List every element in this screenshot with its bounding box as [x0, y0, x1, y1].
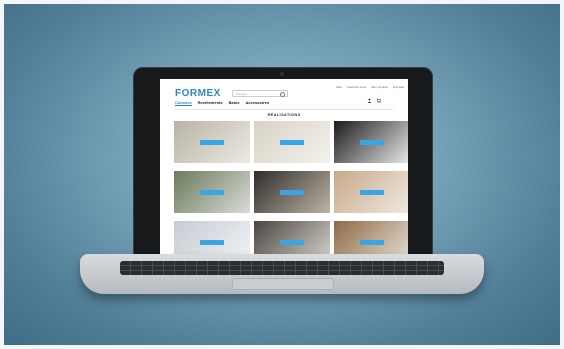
- header-divider: [175, 109, 393, 110]
- laptop-base: [80, 254, 484, 294]
- keyboard: [120, 261, 444, 275]
- kitchen-photo-4[interactable]: [174, 171, 250, 213]
- top-links: Aide Inscrivez-vous Mon compte Français: [336, 85, 404, 89]
- gallery-grid: [174, 121, 408, 256]
- tile-tag: [280, 190, 304, 195]
- top-link-aide[interactable]: Aide: [336, 85, 342, 89]
- kitchen-photo-1[interactable]: [174, 121, 250, 163]
- tile-tag: [280, 140, 304, 145]
- kitchen-photo-8[interactable]: [254, 221, 330, 256]
- trackpad: [232, 278, 334, 290]
- nav-item-bains[interactable]: Bains: [229, 100, 240, 106]
- kitchen-photo-7[interactable]: [174, 221, 250, 256]
- search-placeholder: Trouvez...: [236, 92, 250, 96]
- top-link-language[interactable]: Français: [393, 85, 405, 89]
- search-input[interactable]: Trouvez...: [232, 90, 288, 97]
- tile-tag: [200, 240, 224, 245]
- nav-item-revetements[interactable]: Revêtements: [198, 100, 223, 106]
- kitchen-photo-9[interactable]: [334, 221, 408, 256]
- nav-item-cuisines[interactable]: Cuisines: [175, 100, 192, 106]
- screenshot-frame: FORMEX Trouvez... Aide Inscrivez-vous Mo…: [0, 0, 564, 349]
- nav-item-accessoires[interactable]: Accessoires: [245, 100, 269, 106]
- kitchen-photo-2[interactable]: [254, 121, 330, 163]
- user-icon[interactable]: [367, 98, 372, 103]
- site-logo[interactable]: FORMEX: [175, 88, 221, 99]
- top-link-signup[interactable]: Inscrivez-vous: [347, 85, 366, 89]
- webcam-icon: [280, 72, 284, 76]
- tile-tag: [200, 140, 224, 145]
- kitchen-photo-5[interactable]: [254, 171, 330, 213]
- kitchen-photo-6[interactable]: [334, 171, 408, 213]
- tile-tag: [360, 190, 384, 195]
- section-title: RÉALISATIONS: [267, 112, 301, 117]
- tile-tag: [280, 240, 304, 245]
- tile-tag: [360, 140, 384, 145]
- tile-tag: [360, 240, 384, 245]
- tile-tag: [200, 190, 224, 195]
- search-icon[interactable]: [280, 92, 285, 97]
- main-nav: Cuisines Revêtements Bains Accessoires: [175, 100, 269, 106]
- kitchen-photo-3[interactable]: [334, 121, 408, 163]
- top-link-account[interactable]: Mon compte: [371, 85, 388, 89]
- laptop-screen: FORMEX Trouvez... Aide Inscrivez-vous Mo…: [160, 79, 408, 256]
- cart-icon[interactable]: [376, 98, 381, 103]
